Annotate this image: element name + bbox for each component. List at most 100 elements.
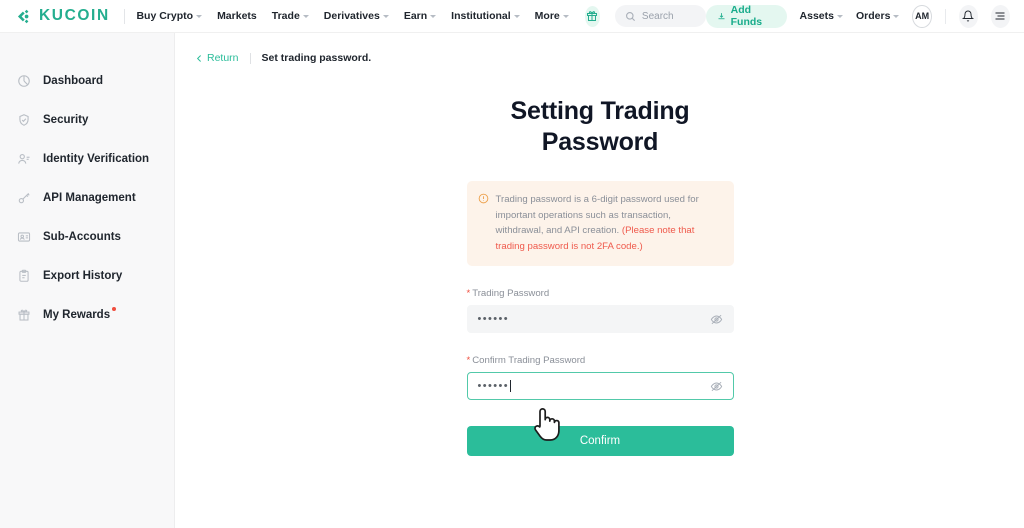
sidebar-item-security[interactable]: Security	[0, 100, 174, 139]
chevron-down-icon	[893, 15, 900, 18]
page-title-line2: Password	[541, 127, 659, 156]
header-right-cluster: Add Funds Assets Orders AM	[705, 4, 1010, 28]
nav-label: Derivatives	[323, 10, 380, 22]
breadcrumb-separator	[249, 52, 251, 64]
orders-label: Orders	[855, 10, 891, 22]
field-label-text: Confirm Trading Password	[472, 355, 586, 367]
nav-label: More	[534, 10, 560, 22]
sidebar-item-label: My Rewards	[43, 306, 117, 321]
nav-label: Buy Crypto	[136, 10, 194, 22]
confirm-trading-password-field: * Confirm Trading Password ••••••	[466, 355, 734, 401]
chevron-down-icon	[562, 15, 569, 18]
breadcrumb: Return Set trading password.	[176, 33, 1024, 64]
bell-icon	[962, 10, 975, 22]
header-divider	[123, 8, 125, 24]
key-icon	[18, 192, 30, 203]
header-divider	[944, 8, 946, 24]
main-content: Return Set trading password. Setting Tra…	[176, 33, 1024, 528]
required-asterisk: *	[466, 355, 471, 367]
nav-item-assets[interactable]: Assets	[800, 10, 843, 22]
trading-password-input[interactable]: ••••••	[466, 305, 734, 334]
notifications-button[interactable]	[958, 4, 978, 28]
nav-label: Trade	[271, 10, 300, 22]
nav-item-orders[interactable]: Orders	[855, 10, 900, 22]
nav-item-institutional[interactable]: Institutional	[451, 10, 520, 22]
kucoin-wordmark: KUCOIN	[39, 7, 110, 24]
user-check-icon	[18, 153, 30, 164]
gift-icon[interactable]	[584, 5, 600, 27]
chevron-down-icon	[302, 15, 309, 18]
notification-dot-badge	[112, 306, 117, 311]
deposit-arrow-icon	[718, 12, 725, 19]
return-link[interactable]: Return	[195, 52, 239, 64]
kucoin-logo-icon	[14, 7, 33, 26]
kucoin-logo[interactable]: KUCOIN	[14, 7, 110, 26]
warning-circle-icon	[478, 193, 488, 204]
shield-check-icon	[19, 113, 29, 126]
chevron-down-icon	[430, 15, 437, 18]
sidebar-item-label: Identity Verification	[43, 152, 150, 165]
menu-button[interactable]	[990, 4, 1010, 28]
sidebar-item-label: Security	[43, 113, 89, 126]
sidebar-item-export-history[interactable]: Export History	[0, 256, 174, 295]
sub-accounts-icon	[17, 231, 31, 242]
nav-item-markets[interactable]: Markets	[217, 10, 257, 22]
search-placeholder: Search	[641, 10, 674, 22]
sidebar-item-label: Sub-Accounts	[43, 230, 121, 243]
breadcrumb-current: Set trading password.	[261, 52, 372, 64]
main-navigation: Buy Crypto Markets Trade Derivatives Ear…	[136, 10, 569, 22]
notice-text: Trading password is a 6-digit password u…	[496, 192, 721, 254]
trading-password-form: Setting Trading Password Trading passwor…	[466, 96, 734, 457]
sidebar-item-label: Export History	[43, 269, 123, 282]
field-label-text: Trading Password	[472, 288, 550, 300]
sidebar: Dashboard Security Identity Verification…	[0, 33, 175, 528]
avatar[interactable]: AM	[912, 4, 932, 28]
chevron-down-icon	[382, 15, 389, 18]
sidebar-item-dashboard[interactable]: Dashboard	[0, 61, 174, 100]
nav-item-derivatives[interactable]: Derivatives	[324, 10, 389, 22]
nav-label: Markets	[217, 10, 257, 22]
confirm-trading-password-label: * Confirm Trading Password	[467, 355, 734, 366]
nav-item-earn[interactable]: Earn	[404, 10, 437, 22]
sidebar-item-sub-accounts[interactable]: Sub-Accounts	[0, 217, 174, 256]
text-cursor	[510, 380, 512, 393]
chevron-down-icon	[513, 15, 520, 18]
gift-box-icon	[18, 309, 30, 321]
page-title-line1: Setting Trading	[510, 97, 690, 125]
confirm-trading-password-input[interactable]: ••••••	[466, 372, 734, 401]
trading-password-label: * Trading Password	[467, 288, 734, 299]
confirm-button[interactable]: Confirm	[466, 426, 734, 457]
confirm-trading-password-value: ••••••	[477, 379, 510, 392]
sidebar-item-api-management[interactable]: API Management	[0, 178, 174, 217]
pie-chart-icon	[18, 74, 30, 87]
eye-off-icon[interactable]	[710, 313, 723, 326]
sidebar-item-label: API Management	[43, 191, 136, 204]
trading-password-value: ••••••	[477, 312, 510, 325]
required-asterisk: *	[466, 288, 471, 300]
nav-label: Institutional	[451, 10, 511, 22]
chevron-down-icon	[836, 15, 843, 18]
chevron-down-icon	[196, 15, 203, 18]
avatar-initials: AM	[915, 11, 930, 21]
kucoin-account-page: KUCOIN Buy Crypto Markets Trade Derivati…	[0, 0, 1024, 528]
return-label: Return	[207, 52, 239, 64]
eye-off-icon[interactable]	[710, 380, 723, 393]
sidebar-item-label: Dashboard	[43, 74, 104, 87]
info-notice: Trading password is a 6-digit password u…	[466, 181, 734, 267]
trading-password-field: * Trading Password ••••••	[466, 288, 734, 334]
nav-item-trade[interactable]: Trade	[272, 10, 309, 22]
search-input[interactable]: Search	[614, 5, 706, 27]
sidebar-item-my-rewards[interactable]: My Rewards	[0, 295, 174, 334]
sidebar-item-identity-verification[interactable]: Identity Verification	[0, 139, 174, 178]
top-header: KUCOIN Buy Crypto Markets Trade Derivati…	[0, 0, 1024, 33]
nav-item-more[interactable]: More	[535, 10, 569, 22]
nav-item-buy-crypto[interactable]: Buy Crypto	[136, 10, 203, 22]
chevron-left-icon	[196, 54, 201, 62]
assets-label: Assets	[799, 10, 834, 22]
add-funds-label: Add Funds	[730, 4, 763, 28]
hamburger-menu-icon	[995, 12, 1005, 20]
add-funds-button[interactable]: Add Funds	[705, 4, 787, 28]
search-icon	[625, 11, 635, 21]
page-title: Setting Trading Password	[467, 96, 734, 157]
clipboard-icon	[19, 269, 29, 282]
